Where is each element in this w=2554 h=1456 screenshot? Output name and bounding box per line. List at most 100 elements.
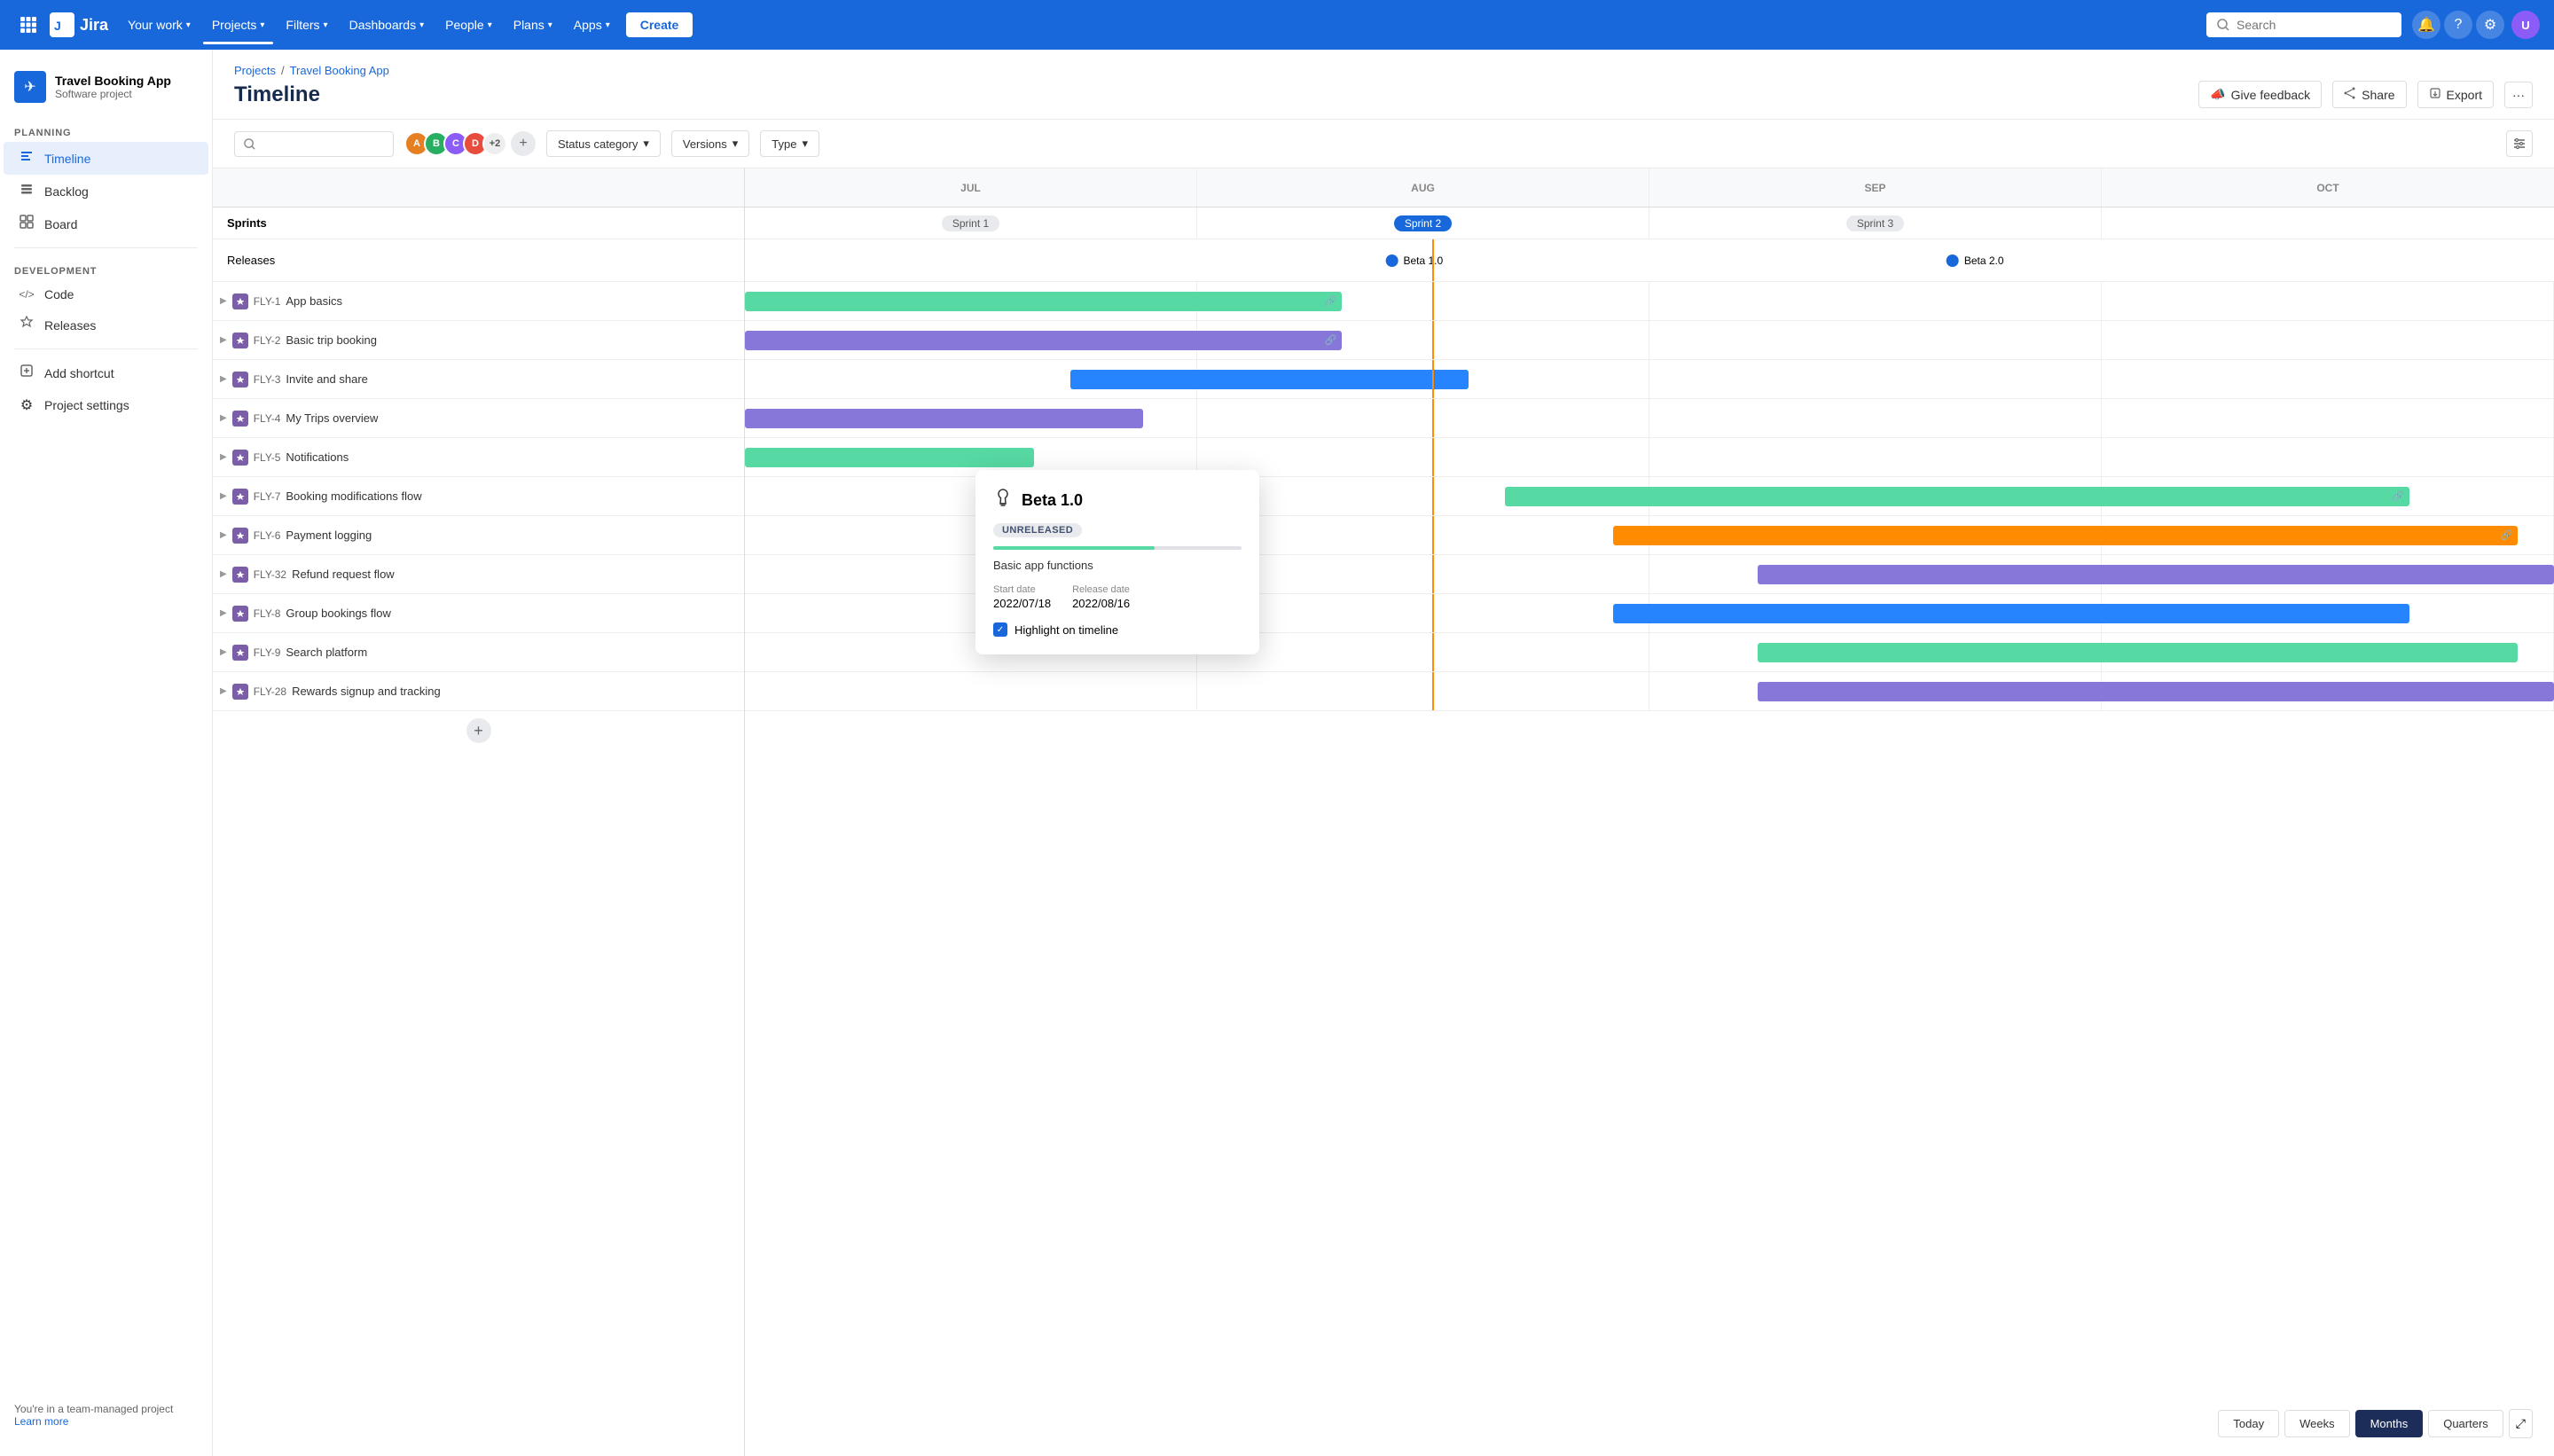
feedback-button[interactable]: 📣 Give feedback xyxy=(2198,81,2322,108)
share-button[interactable]: Share xyxy=(2332,81,2406,108)
sidebar-item-releases[interactable]: Releases xyxy=(4,309,208,341)
releases-row: Beta 1.0 Beta 2.0 xyxy=(745,239,2554,282)
months-button[interactable]: Months xyxy=(2355,1410,2424,1437)
epic-row[interactable]: ▶ FLY-7 Booking modifications flow xyxy=(213,477,744,516)
epic-bar[interactable] xyxy=(1758,643,2518,662)
epic-row[interactable]: ▶ FLY-8 Group bookings flow xyxy=(213,594,744,633)
epic-bar[interactable] xyxy=(745,409,1143,428)
sidebar-item-label: Releases xyxy=(44,318,96,333)
nav-projects[interactable]: Projects ▾ xyxy=(203,12,274,37)
sidebar-item-code[interactable]: </> Code xyxy=(4,280,208,309)
month-jul: JUL xyxy=(745,168,1197,207)
bar-link-icon[interactable]: 🔗 xyxy=(2500,529,2518,541)
versions-filter[interactable]: Versions ▾ xyxy=(671,130,749,157)
popup-highlight-row: ✓ Highlight on timeline xyxy=(993,622,1242,637)
chevron-down-icon: ▾ xyxy=(643,137,649,151)
breadcrumb-projects[interactable]: Projects xyxy=(234,64,276,77)
epic-bar[interactable]: 🔗 xyxy=(1505,487,2409,506)
epic-bar[interactable]: 🔗 xyxy=(745,331,1342,350)
release-dot xyxy=(1947,254,1959,267)
sidebar-item-timeline[interactable]: Timeline xyxy=(4,142,208,175)
sidebar-item-backlog[interactable]: Backlog xyxy=(4,175,208,207)
epic-row[interactable]: ▶ FLY-3 Invite and share xyxy=(213,360,744,399)
month-headers: JUL AUG SEP OCT xyxy=(745,168,2554,207)
bar-link-icon[interactable]: 🔗 xyxy=(1324,334,1342,346)
release-dot xyxy=(1385,254,1398,267)
beta-1-release-marker[interactable]: Beta 1.0 xyxy=(1385,254,1443,267)
epic-key: FLY-32 xyxy=(254,568,286,581)
breadcrumb-project[interactable]: Travel Booking App xyxy=(290,64,389,77)
project-settings-label: Project settings xyxy=(44,398,129,412)
epic-key: FLY-8 xyxy=(254,607,281,620)
epic-name: Search platform xyxy=(286,646,367,659)
beta-2-release-marker[interactable]: Beta 2.0 xyxy=(1947,254,2004,267)
sidebar-item-add-shortcut[interactable]: Add shortcut xyxy=(4,356,208,389)
export-button[interactable]: Export xyxy=(2417,81,2494,108)
sprint-row: Sprint 1 Sprint 2 Sprint 3 xyxy=(745,207,2554,239)
settings-icon[interactable]: ⚙ xyxy=(2476,11,2504,39)
epic-row[interactable]: ▶ FLY-5 Notifications xyxy=(213,438,744,477)
notifications-icon[interactable]: 🔔 xyxy=(2412,11,2440,39)
nav-dashboards[interactable]: Dashboards ▾ xyxy=(341,12,434,37)
epic-icon xyxy=(232,567,248,583)
add-avatar-button[interactable]: + xyxy=(511,131,536,156)
add-epic-button[interactable]: + xyxy=(466,718,491,743)
epic-row[interactable]: ▶ FLY-6 Payment logging xyxy=(213,516,744,555)
highlight-checkbox[interactable]: ✓ xyxy=(993,622,1007,637)
epic-bar[interactable] xyxy=(1613,604,2409,623)
sidebar-item-label: Board xyxy=(44,217,77,231)
more-options-button[interactable]: ··· xyxy=(2504,82,2533,108)
chevron-down-icon: ▾ xyxy=(488,20,492,30)
bar-link-icon[interactable]: 🔗 xyxy=(1324,295,1342,307)
learn-more-link[interactable]: Learn more xyxy=(14,1415,198,1428)
epic-row[interactable]: ▶ FLY-1 App basics xyxy=(213,282,744,321)
list-header xyxy=(213,168,744,207)
epic-row[interactable]: ▶ FLY-4 My Trips overview xyxy=(213,399,744,438)
search-input[interactable] xyxy=(2237,18,2378,32)
weeks-button[interactable]: Weeks xyxy=(2284,1410,2350,1437)
search-box[interactable] xyxy=(2206,12,2401,37)
quarters-button[interactable]: Quarters xyxy=(2428,1410,2503,1437)
nav-apps[interactable]: Apps ▾ xyxy=(565,12,619,37)
create-button[interactable]: Create xyxy=(626,12,693,37)
popup-header: Beta 1.0 xyxy=(993,488,1242,513)
nav-filters[interactable]: Filters ▾ xyxy=(277,12,336,37)
expand-icon: ▶ xyxy=(220,530,227,540)
epic-bar[interactable] xyxy=(745,448,1034,467)
view-settings-button[interactable] xyxy=(2506,130,2533,157)
sidebar-item-project-settings[interactable]: ⚙ Project settings xyxy=(4,389,208,421)
nav-people[interactable]: People ▾ xyxy=(436,12,501,37)
sidebar-item-board[interactable]: Board xyxy=(4,207,208,240)
epic-bar[interactable] xyxy=(1758,565,2554,584)
type-filter[interactable]: Type ▾ xyxy=(760,130,819,157)
project-icon: ✈ xyxy=(14,71,46,103)
grid-icon[interactable] xyxy=(14,11,43,39)
epic-bar[interactable] xyxy=(1070,370,1469,389)
user-avatar[interactable]: U xyxy=(2511,11,2540,39)
chevron-down-icon: ▾ xyxy=(186,20,191,30)
epic-icon xyxy=(232,684,248,700)
epic-bar[interactable] xyxy=(1758,682,2554,701)
epic-row[interactable]: ▶ FLY-32 Refund request flow xyxy=(213,555,744,594)
epic-row[interactable]: ▶ FLY-28 Rewards signup and tracking xyxy=(213,672,744,711)
epic-bar[interactable]: 🔗 xyxy=(1613,526,2518,545)
nav-your-work[interactable]: Your work ▾ xyxy=(119,12,200,37)
search-filter-box[interactable] xyxy=(234,131,394,157)
add-shortcut-label: Add shortcut xyxy=(44,366,114,380)
epic-icon xyxy=(232,372,248,387)
epic-row[interactable]: ▶ FLY-2 Basic trip booking xyxy=(213,321,744,360)
status-category-filter[interactable]: Status category ▾ xyxy=(546,130,661,157)
epic-bar[interactable]: 🔗 xyxy=(745,292,1342,311)
bar-link-icon[interactable]: 🔗 xyxy=(2392,490,2409,502)
epic-icon xyxy=(232,294,248,309)
today-button[interactable]: Today xyxy=(2218,1410,2279,1437)
nav-plans[interactable]: Plans ▾ xyxy=(505,12,561,37)
timeline-search-input[interactable] xyxy=(261,137,367,151)
help-icon[interactable]: ? xyxy=(2444,11,2472,39)
epic-key: FLY-4 xyxy=(254,412,281,425)
backlog-icon xyxy=(18,182,35,200)
page-title: Timeline xyxy=(234,82,320,107)
epic-row[interactable]: ▶ FLY-9 Search platform xyxy=(213,633,744,672)
jira-logo[interactable]: J Jira xyxy=(50,12,108,37)
expand-timeline-button[interactable]: ⤢ xyxy=(2509,1409,2533,1438)
